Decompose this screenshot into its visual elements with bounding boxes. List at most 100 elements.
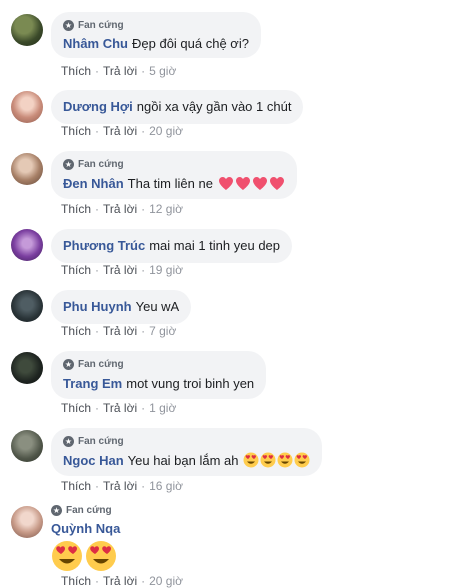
emoji-row (51, 540, 124, 572)
like-link[interactable]: Thích (61, 401, 91, 415)
heart-eyes-emoji (260, 452, 276, 468)
comment-body: ★ Fan cứng Quỳnh Nqa (51, 503, 124, 572)
comment-bubble: ★ Fan cứng Nhâm Chu Đẹp đôi quá chệ ơi? (51, 12, 261, 58)
comment-text: Tha tim liên ne (127, 176, 213, 191)
fan-badge-label: Fan cứng (66, 504, 112, 516)
like-link[interactable]: Thích (61, 263, 91, 277)
separator: · (141, 574, 146, 588)
like-link[interactable]: Thích (61, 574, 91, 588)
separator: · (95, 574, 100, 588)
fan-badge: ★ Fan cứng (51, 503, 124, 517)
star-icon: ★ (63, 358, 74, 370)
comment-author[interactable]: Phương Trúc (63, 238, 145, 253)
separator: · (141, 324, 146, 338)
comment-author[interactable]: Trang Em (63, 376, 122, 391)
comment-time[interactable]: 20 giờ (149, 124, 183, 138)
fan-badge: ★ Fan cứng (63, 18, 249, 32)
separator: · (95, 401, 100, 415)
fan-badge: ★ Fan cứng (63, 434, 310, 448)
reply-link[interactable]: Trả lời (103, 574, 137, 588)
reply-link[interactable]: Trả lời (103, 263, 137, 277)
like-link[interactable]: Thích (61, 202, 91, 216)
comment-author[interactable]: Dương Hợi (63, 99, 133, 114)
avatar[interactable] (11, 506, 43, 538)
avatar[interactable] (11, 430, 43, 462)
reply-link[interactable]: Trả lời (103, 202, 137, 216)
comment-bubble: Phu Huynh Yeu wA (51, 290, 192, 324)
heart-eyes-emoji (86, 541, 116, 571)
comment-author[interactable]: Đen Nhân (63, 176, 124, 191)
comment-text: mai mai 1 tinh yeu dep (149, 238, 281, 253)
separator: · (141, 263, 146, 277)
heart-emoji (218, 177, 233, 190)
fan-badge-label: Fan cứng (78, 358, 124, 370)
comment-author[interactable]: Quỳnh Nqa (51, 521, 120, 536)
comment-author[interactable]: Nhâm Chu (63, 36, 128, 51)
comment-time[interactable]: 20 giờ (149, 574, 183, 588)
reply-link[interactable]: Trả lời (103, 479, 137, 493)
heart-eyes-emoji (294, 452, 310, 468)
comment-author[interactable]: Ngoc Han (63, 453, 124, 468)
heart-eyes-emoji (52, 541, 82, 571)
comment-time[interactable]: 19 giờ (149, 263, 183, 277)
comment-bubble: ★ Fan cứng Ngoc Han Yeu hai bạn lắm ah (51, 428, 323, 476)
heart-eyes-emoji (277, 452, 293, 468)
comment-time[interactable]: 7 giờ (149, 324, 176, 338)
separator: · (141, 401, 146, 415)
separator: · (141, 64, 146, 78)
avatar[interactable] (11, 14, 43, 46)
separator: · (95, 479, 100, 493)
reply-link[interactable]: Trả lời (103, 64, 137, 78)
comment-time[interactable]: 1 giờ (149, 401, 176, 415)
comment-actions: Thích · Trả lời · 12 giờ (61, 202, 183, 216)
heart-eyes-emoji (243, 452, 259, 468)
comment-time[interactable]: 5 giờ (149, 64, 176, 78)
like-link[interactable]: Thích (61, 479, 91, 493)
comment-text: ngồi xa vậy gần vào 1 chút (136, 99, 292, 114)
avatar[interactable] (11, 153, 43, 185)
comment-bubble: Dương Hợi ngồi xa vậy gần vào 1 chút (51, 90, 304, 124)
star-icon: ★ (63, 19, 74, 31)
comment-bubble: ★ Fan cứng Trang Em mot vung troi binh yen (51, 351, 267, 399)
comment-actions: Thích · Trả lời · 7 giờ (61, 324, 176, 338)
comment-time[interactable]: 16 giờ (149, 479, 183, 493)
comment-text: Yeu hai bạn lắm ah (127, 453, 239, 468)
star-icon: ★ (51, 504, 62, 516)
comment-actions: Thích · Trả lời · 20 giờ (61, 574, 183, 588)
star-icon: ★ (63, 158, 74, 170)
comment-time[interactable]: 12 giờ (149, 202, 183, 216)
separator: · (95, 324, 100, 338)
avatar[interactable] (11, 229, 43, 261)
separator: · (95, 124, 100, 138)
avatar[interactable] (11, 352, 43, 384)
reply-link[interactable]: Trả lời (103, 324, 137, 338)
separator: · (141, 202, 146, 216)
separator: · (95, 202, 100, 216)
comment-actions: Thích · Trả lời · 19 giờ (61, 263, 183, 277)
avatar[interactable] (11, 91, 43, 123)
heart-emoji (269, 177, 284, 190)
comment-actions: Thích · Trả lời · 1 giờ (61, 401, 176, 415)
fan-badge-label: Fan cứng (78, 19, 124, 31)
separator: · (95, 64, 100, 78)
fan-badge: ★ Fan cứng (63, 357, 254, 371)
avatar[interactable] (11, 290, 43, 322)
comment-bubble: ★ Fan cứng Đen Nhân Tha tim liên ne (51, 151, 297, 199)
like-link[interactable]: Thích (61, 324, 91, 338)
fan-badge-label: Fan cứng (78, 158, 124, 170)
like-link[interactable]: Thích (61, 64, 91, 78)
comment-actions: Thích · Trả lời · 16 giờ (61, 479, 183, 493)
heart-emoji (252, 177, 267, 190)
like-link[interactable]: Thích (61, 124, 91, 138)
comment-author[interactable]: Phu Huynh (63, 299, 132, 314)
comment-actions: Thích · Trả lời · 5 giờ (61, 64, 176, 78)
comment-bubble: Phương Trúc mai mai 1 tinh yeu dep (51, 229, 293, 263)
reply-link[interactable]: Trả lời (103, 401, 137, 415)
comment-text: mot vung troi binh yen (126, 376, 255, 391)
comment-text: Đẹp đôi quá chệ ơi? (132, 36, 249, 51)
comment-actions: Thích · Trả lời · 20 giờ (61, 124, 183, 138)
separator: · (95, 263, 100, 277)
fan-badge: ★ Fan cứng (63, 157, 285, 171)
star-icon: ★ (63, 435, 74, 447)
reply-link[interactable]: Trả lời (103, 124, 137, 138)
